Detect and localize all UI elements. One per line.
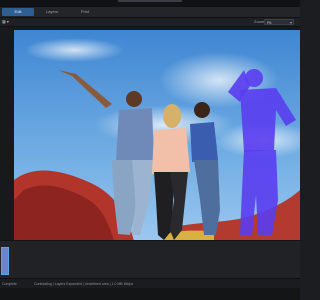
filmstrip-thumbnail[interactable] — [1, 247, 9, 275]
title-bar — [0, 0, 300, 7]
toolbar: ▦ ▾ Zoom Fit ▾ — [0, 18, 300, 27]
cloud — [24, 38, 124, 62]
bottom-edge — [0, 288, 300, 300]
tab-print[interactable]: Print — [70, 8, 100, 16]
photo-canvas[interactable] — [14, 30, 300, 241]
zoom-select[interactable]: Fit ▾ — [264, 19, 294, 25]
view-mode-button[interactable]: ▦ ▾ — [2, 19, 9, 25]
zoom-label: Zoom — [254, 19, 265, 24]
tab-edit[interactable]: Edit — [2, 8, 34, 16]
zoom-value: Fit — [267, 20, 272, 25]
tab-layers[interactable]: Layers — [38, 8, 66, 16]
title-bar-accent — [118, 0, 182, 2]
chevron-down-icon: ▾ — [289, 20, 292, 25]
photo — [14, 30, 300, 241]
tab-bar: Edit Layers Print — [0, 7, 300, 18]
filmstrip — [0, 240, 300, 279]
